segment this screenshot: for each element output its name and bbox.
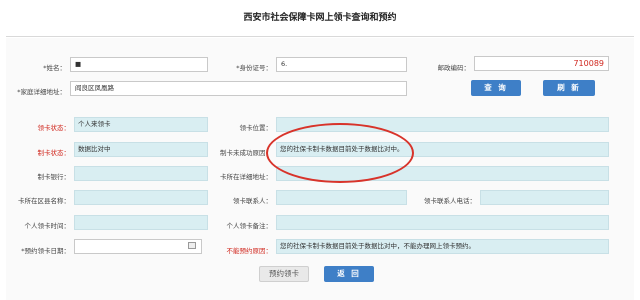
appointment-date-label: *预约领卡日期： [21, 247, 70, 255]
id-number-label: *身份证号： [236, 64, 272, 72]
back-button[interactable]: 返 回 [324, 266, 374, 282]
card-status-field: 数据比对中 [74, 142, 208, 157]
home-address-label: *家庭详细地址： [17, 88, 66, 96]
appointment-date-input[interactable] [74, 239, 202, 254]
reserve-pickup-button[interactable]: 预约领卡 [259, 266, 309, 282]
outlet-district-field [74, 190, 208, 205]
refresh-button[interactable]: 刷 新 [543, 80, 595, 96]
no-appointment-reason-field: 您的社保卡制卡数据目前处于数据比对中，不能办理网上领卡预约。 [276, 239, 609, 254]
contact-person-field [276, 190, 407, 205]
pickup-status-label: 领卡状态： [37, 124, 71, 132]
issuing-bank-label: 制卡银行： [37, 173, 71, 181]
postcode-input[interactable]: 710089 [474, 56, 609, 71]
id-number-input[interactable]: 6. [276, 57, 407, 72]
outlet-address-label: 卡所在详细地址： [220, 173, 272, 181]
contact-phone-label: 领卡联系人电话： [424, 197, 476, 205]
contact-phone-field [480, 190, 609, 205]
postcode-label: 邮政编码： [437, 64, 471, 72]
pickup-note-field [276, 215, 609, 230]
calendar-icon[interactable] [188, 242, 196, 249]
name-input[interactable]: ■ [70, 57, 208, 72]
pickup-time-label: 个人领卡时间： [24, 222, 71, 230]
page-title: 西安市社会保障卡网上领卡查询和预约 [243, 13, 397, 23]
card-status-label: 制卡状态： [37, 149, 71, 157]
pickup-location-label: 领卡位置： [239, 124, 273, 132]
no-appointment-reason-label: 不能预约原因： [226, 247, 273, 255]
highlight-circle [266, 123, 414, 183]
name-label: *姓名： [43, 64, 66, 72]
title-divider [6, 36, 634, 37]
pickup-time-field [74, 215, 208, 230]
pickup-note-label: 个人领卡备注： [226, 222, 273, 230]
search-button[interactable]: 查 询 [471, 80, 521, 96]
issuing-bank-field [74, 166, 208, 181]
home-address-input[interactable]: 阎良区凤凰路 [70, 81, 407, 96]
pickup-status-field: 个人来领卡 [74, 117, 208, 132]
failure-reason-label: 制卡未成功原因： [220, 149, 272, 157]
outlet-district-label: 卡所在区县名称： [18, 197, 70, 205]
contact-person-label: 领卡联系人： [233, 197, 272, 205]
